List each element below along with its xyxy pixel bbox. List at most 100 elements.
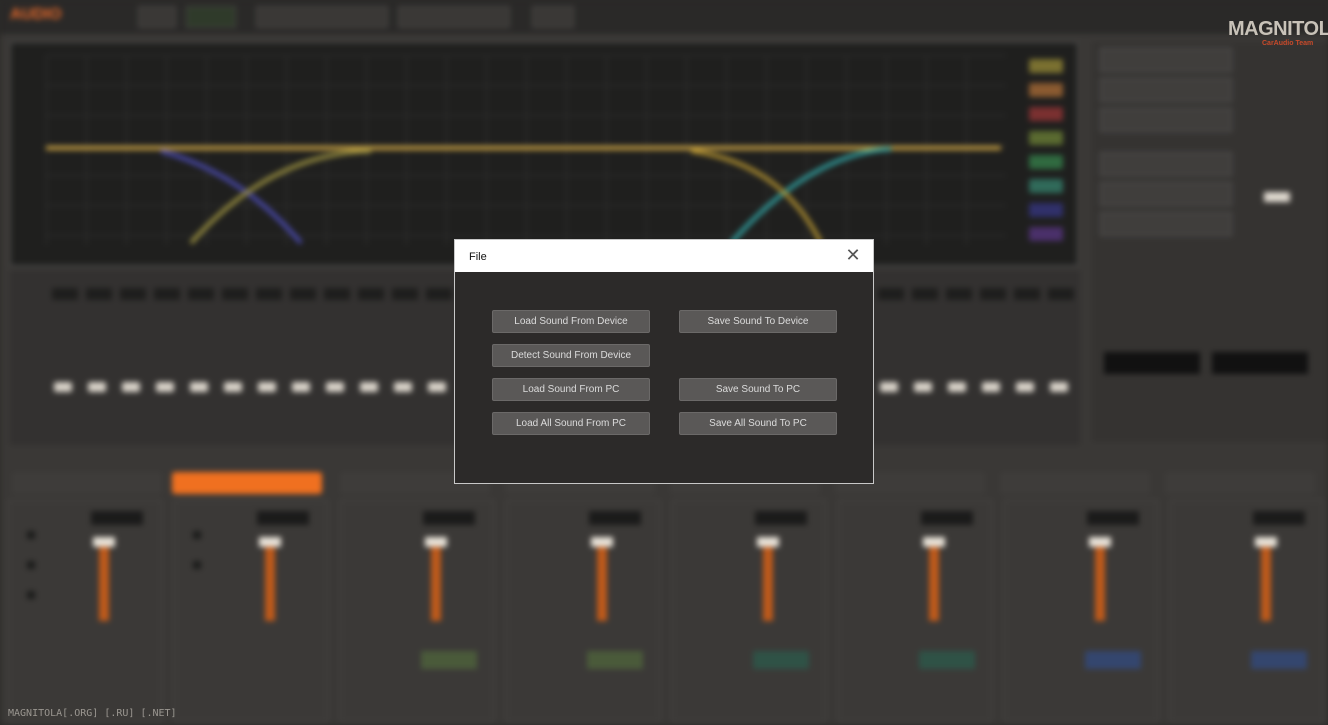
eq-slider-knob [258,382,276,392]
channel-fader-knob [591,537,613,547]
eq-value-cell [358,288,384,300]
legend-chip [1029,227,1063,241]
eq-slider-knob [224,382,242,392]
channel-pad [753,651,809,669]
eq-value-cell [1048,288,1074,300]
channel-fader [763,541,773,621]
channel-display [921,511,973,525]
channel-fader [929,541,939,621]
legend-chip [1029,59,1063,73]
eq-curves [46,146,1001,245]
channel-strip [672,500,826,722]
watermark-brand-logo: MAGNITOLA [1228,18,1328,40]
right-panel-button [1100,78,1232,102]
save-all-sound-to-pc-button[interactable]: Save All Sound To PC [679,412,837,435]
channel-fader [1095,541,1105,621]
channel-pad [421,651,477,669]
channel-display [755,511,807,525]
channel-fader [1261,541,1271,621]
dialog-title: File [469,251,487,263]
channel-fader [265,541,275,621]
eq-value-cell [256,288,282,300]
eq-slider-knob [1050,382,1068,392]
eq-value-cell [1014,288,1040,300]
channel-display [589,511,641,525]
eq-value-cell [426,288,452,300]
legend-chip [1029,131,1063,145]
eq-slider-knob [1016,382,1034,392]
eq-slider-knob [122,382,140,392]
legend-chip [1029,179,1063,193]
legend-chip [1029,83,1063,97]
eq-slider-knob [880,382,898,392]
channel-led [193,561,201,569]
channel-strip [1170,500,1324,722]
channel-fader-knob [1255,537,1277,547]
eq-value-cell [52,288,78,300]
master-volume-knob [1264,192,1290,202]
channel-tab [1000,472,1150,494]
channel-fader-knob [1089,537,1111,547]
eq-slider-knob [292,382,310,392]
detect-sound-from-device-button[interactable]: Detect Sound From Device [492,344,650,367]
channel-display [91,511,143,525]
toolbar-box [138,6,176,28]
eq-value-cell [188,288,214,300]
legend-chip [1029,155,1063,169]
channel-strip [174,500,328,722]
toolbar-dropdown [398,6,510,28]
channel-display [423,511,475,525]
channel-strip [340,500,494,722]
eq-value-cell [392,288,418,300]
eq-value-cell [946,288,972,300]
eq-value-cell [86,288,112,300]
eq-value-cell [290,288,316,300]
eq-slider-knob [982,382,1000,392]
eq-value-cell [878,288,904,300]
legend-chip [1029,107,1063,121]
channel-display [1087,511,1139,525]
channel-strip [506,500,660,722]
channel-fader-knob [923,537,945,547]
channel-fader-knob [259,537,281,547]
channel-strip [8,500,162,722]
channel-display [257,511,309,525]
eq-slider-knob [190,382,208,392]
eq-slider-knob [428,382,446,392]
watermark-brand-sub: CarAudio Team [1262,40,1314,47]
right-panel-button [1100,182,1232,206]
right-panel-display [1104,352,1200,374]
load-all-sound-from-pc-button[interactable]: Load All Sound From PC [492,412,650,435]
toolbar-dropdown [256,6,388,28]
right-panel-display [1212,352,1308,374]
eq-slider-knob [360,382,378,392]
channel-fader-knob [425,537,447,547]
footer-watermark: MAGNITOLA[.ORG] [.RU] [.NET] [8,708,177,719]
eq-slider-knob [156,382,174,392]
channel-tab-active [172,472,322,494]
eq-slider-knob [326,382,344,392]
app-window: AUDIO MAGNITOL CarAudio Team MAGNITOLA[.… [0,0,1328,725]
eq-slider-knob [948,382,966,392]
load-sound-from-pc-button[interactable]: Load Sound From PC [492,378,650,401]
channel-pad [587,651,643,669]
channel-fader-knob [757,537,779,547]
channel-pad [919,651,975,669]
save-sound-to-device-button[interactable]: Save Sound To Device [679,310,837,333]
eq-slider-knob [88,382,106,392]
dialog-header: File ✕ [455,240,873,272]
right-panel-button [1100,48,1232,72]
eq-slider-knob [54,382,72,392]
eq-value-cell [912,288,938,300]
toolbar-box [532,6,574,28]
close-icon[interactable]: ✕ [843,246,863,266]
channel-tab [1165,472,1315,494]
save-sound-to-pc-button[interactable]: Save Sound To PC [679,378,837,401]
load-sound-from-device-button[interactable]: Load Sound From Device [492,310,650,333]
top-toolbar: AUDIO [0,0,1328,34]
eq-value-cell [324,288,350,300]
channel-led [193,531,201,539]
channel-pad [1251,651,1307,669]
eq-value-cell [154,288,180,300]
channel-strip [1004,500,1158,722]
